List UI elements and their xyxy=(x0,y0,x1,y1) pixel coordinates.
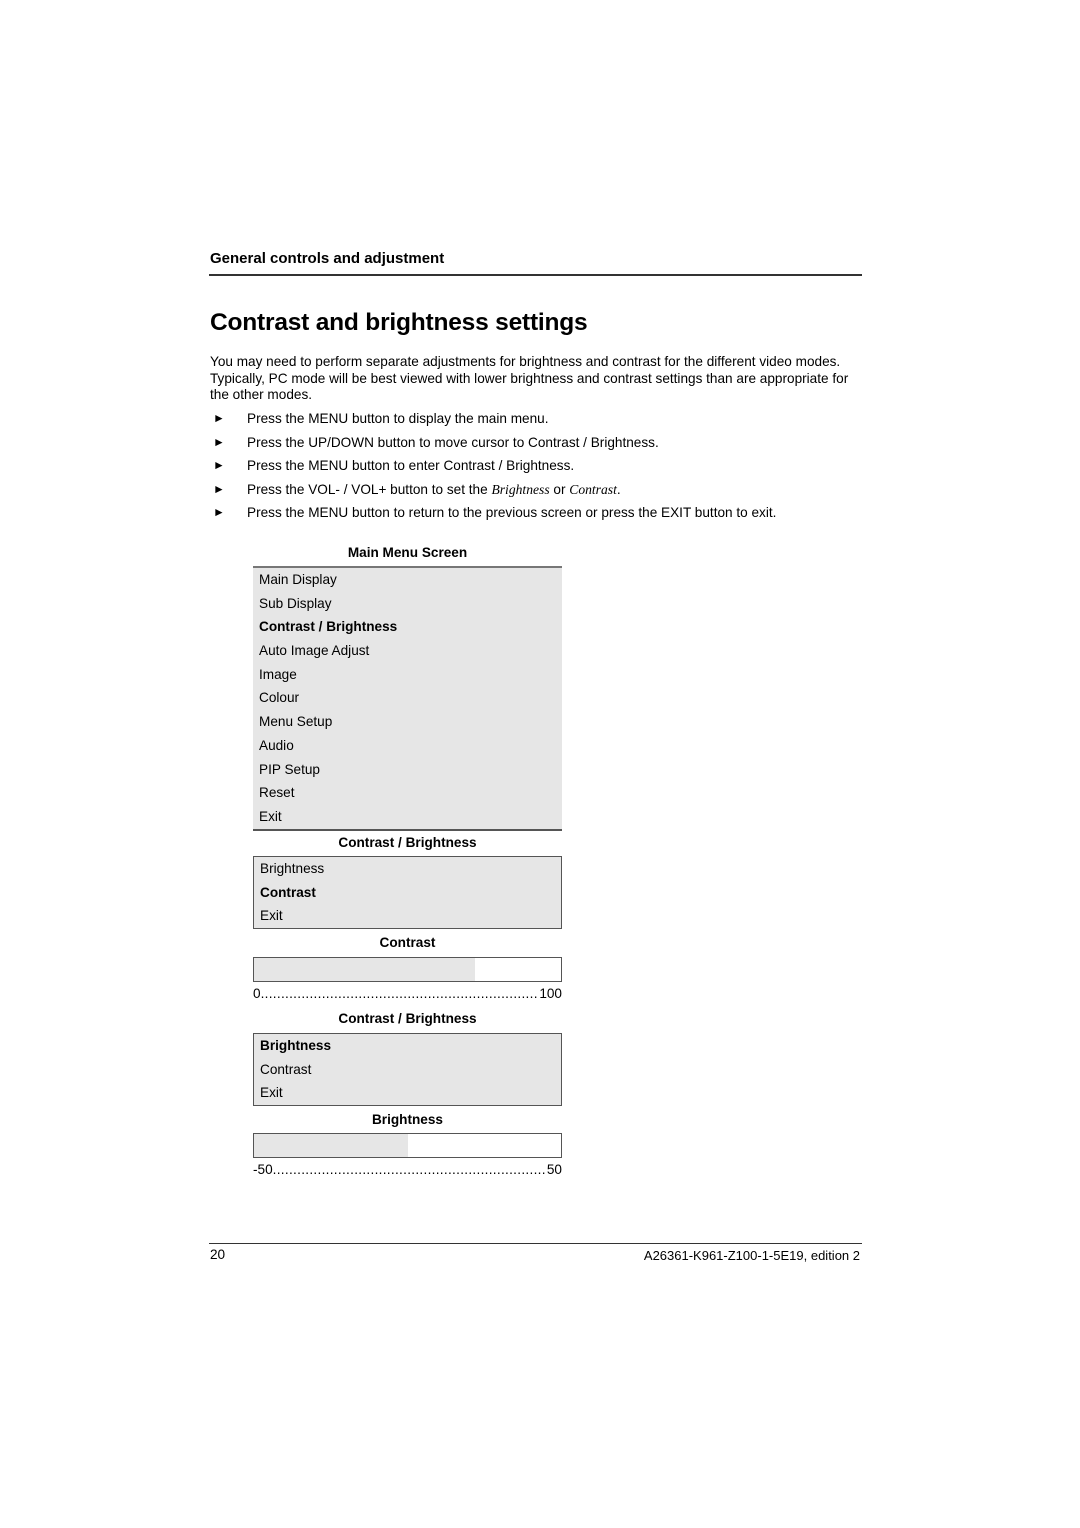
submenu-contrast-selected: Brightness Contrast Exit xyxy=(253,856,562,930)
scale-max: 50 xyxy=(546,1162,562,1177)
main-menu-item-pip-setup[interactable]: PIP Setup xyxy=(253,758,562,782)
main-menu-item-reset[interactable]: Reset xyxy=(253,781,562,805)
brightness-slider[interactable] xyxy=(253,1133,562,1158)
step-text: Press the MENU button to enter Contrast … xyxy=(247,458,575,473)
step-text: Press the VOL- / VOL+ button to set the … xyxy=(247,482,621,498)
brightness-bar-caption: Brightness xyxy=(371,1112,443,1127)
submenu-contrast-item-brightness[interactable]: Brightness xyxy=(254,857,561,881)
bullet-arrow-icon: ► xyxy=(213,482,225,496)
submenu-contrast-item-contrast[interactable]: Contrast xyxy=(254,881,561,905)
main-menu-item-colour[interactable]: Colour xyxy=(253,686,562,710)
bullet-arrow-icon: ► xyxy=(213,505,225,519)
brightness-slider-fill xyxy=(254,1134,408,1157)
scale-max: 100 xyxy=(539,986,562,1001)
main-menu-item-auto-image-adjust[interactable]: Auto Image Adjust xyxy=(253,639,562,663)
main-menu-item-main-display[interactable]: Main Display xyxy=(253,568,562,592)
scale-dots: ........................................… xyxy=(272,1162,547,1177)
step-text-part: . xyxy=(616,482,621,497)
step-4: ► Press the VOL- / VOL+ button to set th… xyxy=(213,482,621,498)
contrast-slider-fill xyxy=(254,958,476,981)
step-text: Press the UP/DOWN button to move cursor … xyxy=(247,435,659,450)
bullet-arrow-icon: ► xyxy=(213,411,225,425)
main-menu-item-contrast-brightness[interactable]: Contrast / Brightness xyxy=(253,615,562,639)
brightness-scale: -50 ....................................… xyxy=(253,1162,562,1177)
main-menu-caption: Main Menu Screen xyxy=(347,545,468,560)
step-text-part: Press the VOL- / VOL+ button to set the xyxy=(247,482,492,497)
contrast-scale: 0 ......................................… xyxy=(253,986,562,1001)
submenu-contrast-item-exit[interactable]: Exit xyxy=(254,904,561,928)
step-5: ► Press the MENU button to return to the… xyxy=(213,505,776,520)
header-rule xyxy=(209,274,862,276)
page-title: Contrast and brightness settings xyxy=(210,309,588,336)
submenu-brightness-item-brightness[interactable]: Brightness xyxy=(254,1034,561,1058)
footer-rule xyxy=(209,1243,862,1244)
scale-min: -50 xyxy=(253,1162,273,1177)
bullet-arrow-icon: ► xyxy=(213,458,225,472)
submenu-caption: Contrast / Brightness xyxy=(338,1011,477,1026)
step-3: ► Press the MENU button to enter Contras… xyxy=(213,458,574,473)
bullet-arrow-icon: ► xyxy=(213,435,225,449)
step-text-part: or xyxy=(549,482,570,497)
main-menu-item-audio[interactable]: Audio xyxy=(253,734,562,758)
step-text: Press the MENU button to return to the p… xyxy=(247,505,777,520)
main-menu-item-sub-display[interactable]: Sub Display xyxy=(253,592,562,616)
submenu-brightness-selected: Brightness Contrast Exit xyxy=(253,1033,562,1107)
main-menu-item-menu-setup[interactable]: Menu Setup xyxy=(253,710,562,734)
scale-min: 0 xyxy=(253,986,261,1001)
emphasis-contrast: Contrast xyxy=(569,482,617,497)
main-menu-item-exit[interactable]: Exit xyxy=(253,805,562,829)
step-text: Press the MENU button to display the mai… xyxy=(247,411,549,426)
submenu-brightness-item-contrast[interactable]: Contrast xyxy=(254,1058,561,1082)
main-menu: Main Display Sub Display Contrast / Bright… xyxy=(253,566,562,831)
emphasis-brightness: Brightness xyxy=(491,482,550,497)
document-id: A26361-K961-Z100-1-5E19, edition 2 xyxy=(643,1248,860,1263)
step-1: ► Press the MENU button to display the m… xyxy=(213,411,548,426)
main-menu-item-image[interactable]: Image xyxy=(253,663,562,687)
scale-dots: ........................................… xyxy=(260,986,540,1001)
section-header: General controls and adjustment xyxy=(210,250,445,267)
page-number: 20 xyxy=(210,1247,226,1262)
submenu-caption: Contrast / Brightness xyxy=(338,835,477,850)
submenu-brightness-item-exit[interactable]: Exit xyxy=(254,1081,561,1105)
contrast-slider[interactable] xyxy=(253,957,562,982)
contrast-bar-caption: Contrast xyxy=(379,935,436,950)
step-2: ► Press the UP/DOWN button to move curso… xyxy=(213,435,659,450)
intro-paragraph: You may need to perform separate adjustm… xyxy=(210,354,849,402)
